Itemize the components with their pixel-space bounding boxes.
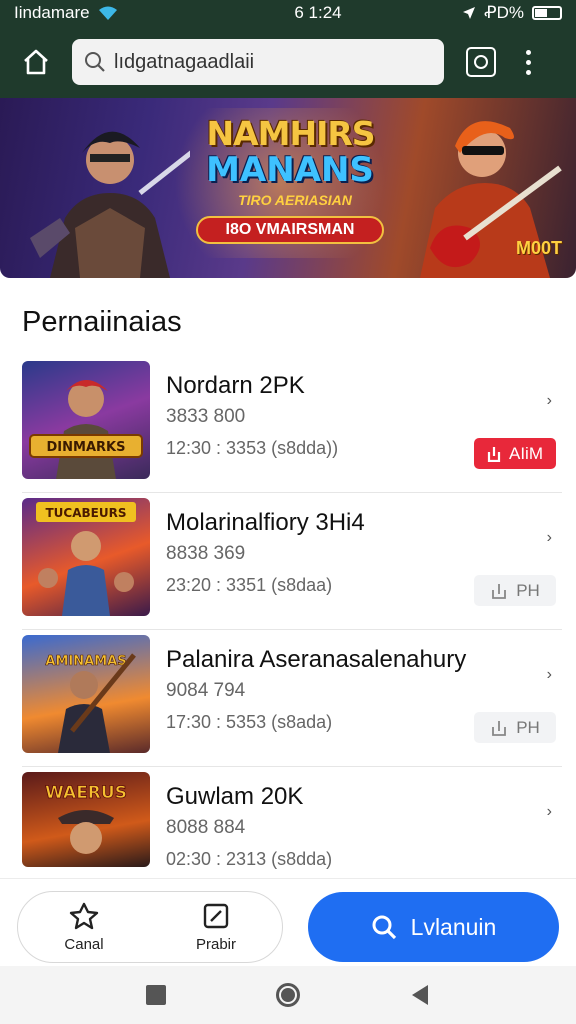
home-icon bbox=[24, 49, 48, 75]
item-date: 17:30 : 5353 (s8ada) bbox=[166, 712, 333, 732]
item-name: Nordarn 2PK bbox=[166, 372, 305, 399]
home-button[interactable] bbox=[14, 40, 58, 84]
tabs-button[interactable] bbox=[466, 47, 496, 77]
item-meta: 3833 800 bbox=[166, 406, 246, 427]
bottom-action-bar: Canal Prabir Lvlanuin bbox=[0, 878, 576, 966]
list-item[interactable]: AMINAMAS Palanira Aseranasalenahury 9084… bbox=[22, 630, 562, 767]
battery-percent: ꝒD% bbox=[484, 3, 524, 22]
item-date: 12:30 : 3353 (s8dda)) bbox=[166, 438, 339, 458]
item-date: 02:30 : 2313 (s8dda) bbox=[166, 849, 333, 869]
item-name: Guwlam 20K bbox=[166, 783, 304, 810]
item-action-button[interactable]: PH bbox=[474, 575, 556, 606]
svg-text:DINMARKS: DINMARKS bbox=[47, 440, 126, 455]
search-icon bbox=[372, 915, 396, 940]
banner-title-line1: NAMHIRS bbox=[206, 114, 375, 153]
banner-subtitle: TIRO AERIASIAN bbox=[238, 192, 352, 208]
system-nav-bar bbox=[0, 966, 576, 1024]
search-value: lıdgatnagaadlaii bbox=[114, 50, 255, 73]
home-nav-button[interactable] bbox=[276, 983, 300, 1007]
item-thumbnail: DINMARKS bbox=[22, 361, 150, 479]
download-icon bbox=[487, 446, 501, 462]
status-bar: Iindamare 6 1:24 ꝒD% bbox=[0, 0, 576, 26]
back-icon[interactable] bbox=[410, 984, 430, 1006]
chevron-right-icon[interactable]: › bbox=[547, 392, 552, 410]
item-action-button[interactable]: PH bbox=[474, 712, 556, 743]
tab-prabir[interactable]: Prabir bbox=[150, 892, 282, 962]
chevron-right-icon[interactable]: › bbox=[547, 529, 552, 547]
section-title: Pernaiinaias bbox=[22, 306, 182, 338]
browser-toolbar: lıdgatnagaadlaii bbox=[0, 26, 576, 98]
chevron-right-icon[interactable]: › bbox=[547, 803, 552, 821]
edit-icon bbox=[203, 903, 229, 928]
item-meta: 9084 794 bbox=[166, 680, 246, 701]
wifi-icon bbox=[98, 6, 117, 20]
item-date: 23:20 : 3351 (s8daa) bbox=[166, 575, 333, 595]
svg-text:AMINAMAS: AMINAMAS bbox=[45, 654, 126, 669]
bottom-tab-group: Canal Prabir bbox=[17, 891, 283, 963]
list-item[interactable]: WAERUS Guwlam 20K 8088 884 02:30 : 2313 … bbox=[22, 767, 562, 869]
item-meta: 8838 369 bbox=[166, 543, 246, 564]
svg-text:WAERUS: WAERUS bbox=[45, 783, 127, 803]
search-icon bbox=[85, 52, 105, 72]
item-name: Molarinalfiory 3Hi4 bbox=[166, 509, 365, 536]
chevron-right-icon[interactable]: › bbox=[547, 666, 552, 684]
share-icon bbox=[492, 583, 507, 599]
overflow-menu-button[interactable] bbox=[526, 49, 531, 75]
item-name: Palanira Aseranasalenahury bbox=[166, 646, 467, 673]
warrior-character-image bbox=[30, 131, 190, 278]
list-item[interactable]: DINMARKS Nordarn 2PK 3833 800 12:30 : 33… bbox=[22, 356, 562, 493]
results-list: DINMARKS Nordarn 2PK 3833 800 12:30 : 33… bbox=[22, 356, 562, 869]
banner-title-line2: MANANS bbox=[206, 150, 374, 190]
promo-banner[interactable]: NAMHIRS MANANS TIRO AERIASIAN I8O VMAIRS… bbox=[0, 98, 576, 278]
item-thumbnail: WAERUS bbox=[22, 772, 150, 867]
svg-text:TUCABEURS: TUCABEURS bbox=[46, 506, 127, 520]
tab-canal[interactable]: Canal bbox=[18, 892, 150, 962]
item-meta: 8088 884 bbox=[166, 817, 246, 838]
location-icon bbox=[463, 7, 476, 19]
banner-corner-text: M00T bbox=[515, 238, 562, 258]
recent-apps-button[interactable] bbox=[146, 985, 166, 1005]
item-action-button[interactable]: AIiM bbox=[474, 438, 556, 469]
banner-ribbon: I8O VMAIRSMAN bbox=[196, 216, 384, 244]
share-icon bbox=[492, 720, 507, 736]
clock: 6 1:24 bbox=[294, 3, 342, 22]
carrier-name: Iindamare bbox=[14, 3, 90, 22]
battery-icon bbox=[532, 6, 562, 20]
list-item[interactable]: TUCABEURS Molarinalfiory 3Hi4 8838 369 2… bbox=[22, 493, 562, 630]
primary-action-button[interactable]: Lvlanuin bbox=[308, 892, 559, 962]
item-thumbnail: AMINAMAS bbox=[22, 635, 150, 753]
search-input[interactable]: lıdgatnagaadlaii bbox=[72, 39, 444, 85]
item-thumbnail: TUCABEURS bbox=[22, 498, 150, 616]
star-icon bbox=[69, 902, 99, 929]
